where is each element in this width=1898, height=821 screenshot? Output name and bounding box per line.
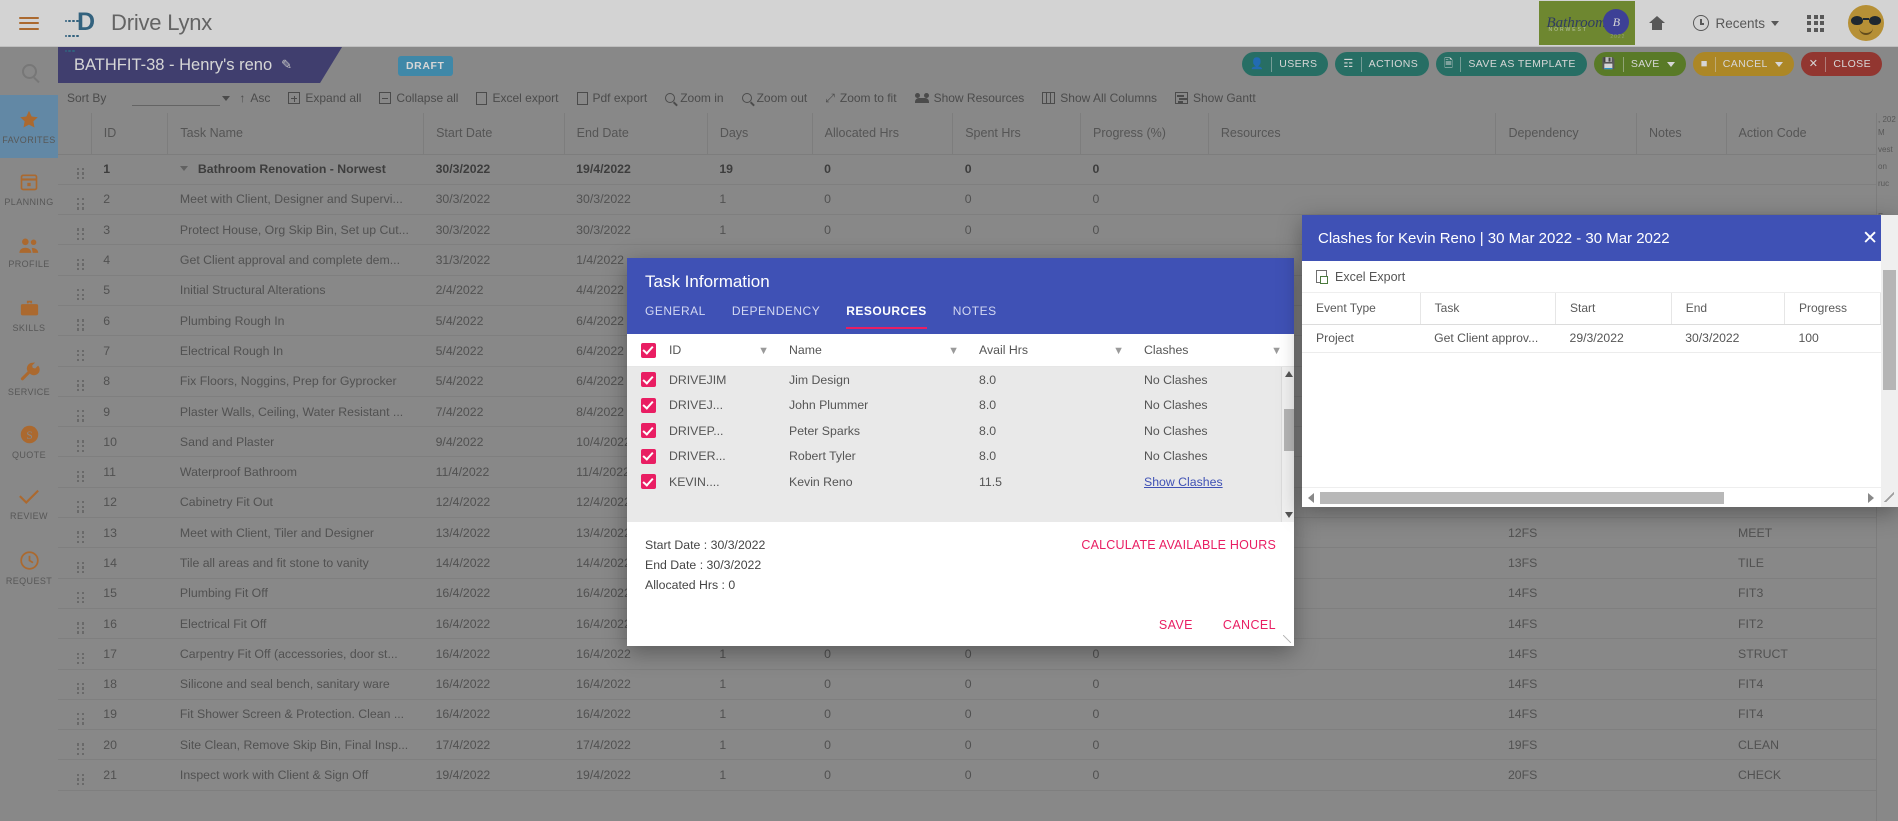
- select-all-checkbox-cell: [627, 342, 669, 358]
- page-vertical-scrollbar[interactable]: [1881, 215, 1898, 507]
- clash-cell-progress: 100: [1784, 324, 1881, 353]
- calculate-available-hours-button[interactable]: CALCULATE AVAILABLE HOURS: [1081, 538, 1276, 552]
- excel-icon: [1316, 270, 1328, 284]
- resource-checkbox[interactable]: [640, 423, 656, 439]
- resource-checkbox-cell: [627, 372, 669, 388]
- clash-row[interactable]: Project Get Client approv... 29/3/2022 30/3…: [1302, 324, 1881, 353]
- clash-col-progress[interactable]: Progress: [1784, 293, 1882, 325]
- resize-grip-icon[interactable]: [1884, 492, 1894, 502]
- scroll-down-icon[interactable]: [1285, 512, 1293, 518]
- resource-checkbox-cell: [627, 423, 669, 439]
- filter-icon[interactable]: ▼: [1113, 345, 1124, 357]
- resource-avail-hrs: 8.0: [979, 372, 997, 387]
- res-col-avail-label: Avail Hrs: [979, 343, 1028, 357]
- resource-clashes: No Clashes: [1144, 423, 1208, 438]
- clashes-dialog: Clashes for Kevin Reno | 30 Mar 2022 - 3…: [1302, 215, 1898, 507]
- show-clashes-link[interactable]: Show Clashes: [1144, 475, 1223, 489]
- resource-name: Peter Sparks: [789, 423, 861, 438]
- select-all-checkbox[interactable]: [640, 342, 656, 358]
- resource-clashes: Show Clashes: [1144, 475, 1264, 489]
- scrollbar-thumb[interactable]: [1883, 270, 1896, 390]
- resource-avail-hrs: 11.5: [979, 474, 1003, 489]
- resource-name: Kevin Reno: [789, 474, 853, 489]
- clash-cell-end: 30/3/2022: [1671, 324, 1785, 353]
- allocated-hrs-text: Allocated Hrs : 0: [645, 578, 736, 592]
- res-col-clashes-label: Clashes: [1144, 343, 1189, 357]
- filter-icon[interactable]: ▼: [948, 345, 959, 357]
- resource-row[interactable]: DRIVEJ... John Plummer 8.0 No Clashes: [627, 393, 1294, 419]
- clashes-table: Event Type Task Start End Progress Proje…: [1302, 293, 1882, 353]
- resource-checkbox-cell: [627, 474, 669, 490]
- tab-general[interactable]: GENERAL: [645, 304, 706, 329]
- resource-id: DRIVEJ...: [669, 398, 723, 413]
- filter-icon[interactable]: ▼: [1271, 345, 1282, 357]
- tab-resources[interactable]: RESOURCES: [846, 304, 927, 329]
- resource-checkbox[interactable]: [640, 448, 656, 464]
- clashes-header-row: Event Type Task Start End Progress: [1302, 293, 1882, 325]
- scrollbar-thumb[interactable]: [1283, 409, 1294, 451]
- resource-name: Jim Design: [789, 372, 850, 387]
- close-icon[interactable]: ✕: [1858, 229, 1882, 248]
- clashes-title: Clashes for Kevin Reno | 30 Mar 2022 - 3…: [1318, 229, 1670, 247]
- clash-cell-event-type: Project: [1302, 324, 1421, 353]
- resources-scrollbar[interactable]: [1281, 367, 1294, 522]
- res-col-clashes: Clashes ▼: [1144, 343, 1282, 357]
- resource-id: KEVIN....: [669, 474, 720, 489]
- resource-checkbox[interactable]: [640, 474, 656, 490]
- resource-id: DRIVEP...: [669, 423, 724, 438]
- resource-id: DRIVER...: [669, 449, 726, 464]
- dialog-tabs: GENERAL DEPENDENCY RESOURCES NOTES: [645, 304, 1276, 329]
- resource-checkbox[interactable]: [640, 372, 656, 388]
- end-date-text: End Date : 30/3/2022: [645, 558, 762, 572]
- clash-cell-task: Get Client approv...: [1420, 324, 1556, 353]
- resource-name: John Plummer: [789, 398, 869, 413]
- clash-cell-start: 29/3/2022: [1555, 324, 1672, 353]
- excel-export-button[interactable]: Excel Export: [1302, 261, 1881, 293]
- task-information-dialog: Task Information GENERAL DEPENDENCY RESO…: [627, 258, 1294, 646]
- dialog-title: Task Information: [645, 272, 770, 291]
- clash-col-start[interactable]: Start: [1555, 293, 1672, 325]
- dialog-save-button[interactable]: SAVE: [1159, 618, 1193, 632]
- clash-col-task[interactable]: Task: [1420, 293, 1557, 325]
- res-col-name-label: Name: [789, 343, 822, 357]
- clashes-header: Clashes for Kevin Reno | 30 Mar 2022 - 3…: [1302, 215, 1898, 261]
- scroll-left-icon[interactable]: [1308, 492, 1314, 503]
- dialog-cancel-button[interactable]: CANCEL: [1223, 618, 1276, 632]
- resource-id: DRIVEJIM: [669, 372, 727, 387]
- resource-checkbox-cell: [627, 448, 669, 464]
- dialog-footer: Start Date : 30/3/2022 End Date : 30/3/2…: [627, 522, 1294, 646]
- resource-row[interactable]: DRIVER... Robert Tyler 8.0 No Clashes: [627, 444, 1294, 470]
- resources-header-row: ID ▼ Name ▼ Avail Hrs ▼ Clashes ▼: [627, 334, 1294, 367]
- res-col-name: Name ▼: [789, 343, 979, 357]
- res-col-id-label: ID: [669, 343, 682, 357]
- scroll-up-icon[interactable]: [1285, 371, 1293, 377]
- clash-col-event-type[interactable]: Event Type: [1302, 293, 1421, 325]
- resource-name: Robert Tyler: [789, 449, 856, 464]
- resource-checkbox[interactable]: [640, 397, 656, 413]
- resource-avail-hrs: 8.0: [979, 423, 997, 438]
- clashes-horizontal-scrollbar[interactable]: [1302, 487, 1898, 507]
- excel-export-label: Excel Export: [1335, 269, 1406, 284]
- resource-row[interactable]: KEVIN.... Kevin Reno 11.5 Show Clashes: [627, 469, 1294, 495]
- dialog-header: Task Information GENERAL DEPENDENCY RESO…: [627, 258, 1294, 334]
- resource-row[interactable]: DRIVEP... Peter Sparks 8.0 No Clashes: [627, 418, 1294, 444]
- clash-col-end[interactable]: End: [1671, 293, 1785, 325]
- res-col-id: ID ▼: [669, 343, 789, 357]
- resource-clashes: No Clashes: [1144, 398, 1208, 413]
- resource-avail-hrs: 8.0: [979, 398, 997, 413]
- filter-icon[interactable]: ▼: [758, 345, 769, 357]
- resources-list: DRIVEJIM Jim Design 8.0 No Clashes DRIVEJ...…: [627, 367, 1294, 522]
- tab-dependency[interactable]: DEPENDENCY: [732, 304, 820, 329]
- resource-avail-hrs: 8.0: [979, 449, 997, 464]
- resource-checkbox-cell: [627, 397, 669, 413]
- resource-clashes: No Clashes: [1144, 372, 1208, 387]
- tab-notes[interactable]: NOTES: [953, 304, 997, 329]
- res-col-avail: Avail Hrs ▼: [979, 343, 1144, 357]
- scroll-right-icon[interactable]: [1868, 492, 1874, 503]
- resource-row[interactable]: DRIVEJIM Jim Design 8.0 No Clashes: [627, 367, 1294, 393]
- resource-clashes: No Clashes: [1144, 449, 1208, 464]
- resize-handle[interactable]: [1283, 635, 1291, 643]
- clashes-body: Project Get Client approv... 29/3/2022 30/3…: [1302, 324, 1881, 353]
- scrollbar-thumb[interactable]: [1320, 491, 1724, 504]
